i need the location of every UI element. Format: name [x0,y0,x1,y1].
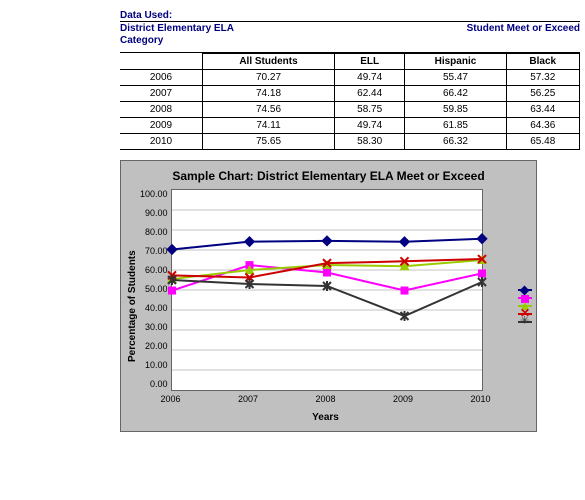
chart-body: Percentage of Students 100.00 90.00 80.00 7… [121,189,536,423]
cell-black: 56.25 [506,86,579,102]
ytick: 50.00 [140,284,168,294]
data-table: All Students ELL Hispanic Black 200670.2… [120,53,580,150]
cell-hisp: 55.47 [405,70,506,86]
cell-ell: 58.75 [335,102,405,118]
ytick: 0.00 [140,379,168,389]
chart-xlabel: Years [171,406,481,423]
table-row: 200874.5658.7559.8563.44 [120,102,580,118]
ytick: 60.00 [140,265,168,275]
cell-hisp: 66.32 [405,134,506,150]
col-ell: ELL [335,54,405,70]
legend-item: ✳ [518,321,532,323]
table-row: 200774.1862.4466.4256.25 [120,86,580,102]
chart-plot-area [171,189,483,391]
xtick: 2006 [156,394,186,404]
xtick: 2008 [311,394,341,404]
cell-all: 70.27 [203,70,335,86]
cell-year: 2010 [120,134,203,150]
cell-black: 57.32 [506,70,579,86]
data-used-label: Data Used: [120,10,585,21]
chart-yaxis: 100.00 90.00 80.00 70.00 60.00 50.00 40.00 30.0… [140,189,171,389]
cell-ell: 62.44 [335,86,405,102]
ytick: 40.00 [140,303,168,313]
cell-ell: 58.30 [335,134,405,150]
ytick: 30.00 [140,322,168,332]
col-hisp: Hispanic [405,54,506,70]
page-container: Data Used: District Elementary ELA Stude… [0,0,585,432]
xtick: 2009 [388,394,418,404]
ytick: 10.00 [140,360,168,370]
legend-item [518,289,532,291]
data-table-wrap: All Students ELL Hispanic Black 200670.2… [120,53,580,150]
cell-all: 75.65 [203,134,335,150]
cell-hisp: 61.85 [405,118,506,134]
subheader-right: Student Meet or Exceed [467,23,580,34]
chart-svg [172,190,482,390]
cell-all: 74.18 [203,86,335,102]
subheader-row: District Elementary ELA Student Meet or … [120,21,580,35]
table-row: 201075.6558.3066.3265.48 [120,134,580,150]
cell-hisp: 59.85 [405,102,506,118]
cell-year: 2007 [120,86,203,102]
chart-plot-wrap: 20062007200820092010 Years [171,189,512,423]
ytick: 100.00 [140,189,168,199]
ytick: 90.00 [140,208,168,218]
ytick: 70.00 [140,246,168,256]
cell-black: 63.44 [506,102,579,118]
table-row: 200974.1149.7461.8564.36 [120,118,580,134]
ytick: 80.00 [140,227,168,237]
legend-item [518,297,532,299]
xtick: 2007 [233,394,263,404]
cell-hisp: 66.42 [405,86,506,102]
subheader-left: District Elementary ELA [120,23,467,34]
xtick: 2010 [466,394,496,404]
chart-legend: ✕✳ [512,189,532,423]
cell-all: 74.11 [203,118,335,134]
col-all: All Students [203,54,335,70]
cell-year: 2006 [120,70,203,86]
category-label: Category [120,35,585,46]
col-year [120,54,203,70]
cell-black: 64.36 [506,118,579,134]
cell-black: 65.48 [506,134,579,150]
cell-ell: 49.74 [335,70,405,86]
cell-ell: 49.74 [335,118,405,134]
cell-all: 74.56 [203,102,335,118]
cell-year: 2009 [120,118,203,134]
col-black: Black [506,54,579,70]
ytick: 20.00 [140,341,168,351]
table-header-row: All Students ELL Hispanic Black [120,54,580,70]
chart-ylabel: Percentage of Students [125,189,140,423]
table-row: 200670.2749.7455.4757.32 [120,70,580,86]
chart-xaxis: 20062007200820092010 [171,391,481,406]
cell-year: 2008 [120,102,203,118]
chart-container: Sample Chart: District Elementary ELA Me… [120,160,537,432]
chart-title: Sample Chart: District Elementary ELA Me… [121,161,536,189]
